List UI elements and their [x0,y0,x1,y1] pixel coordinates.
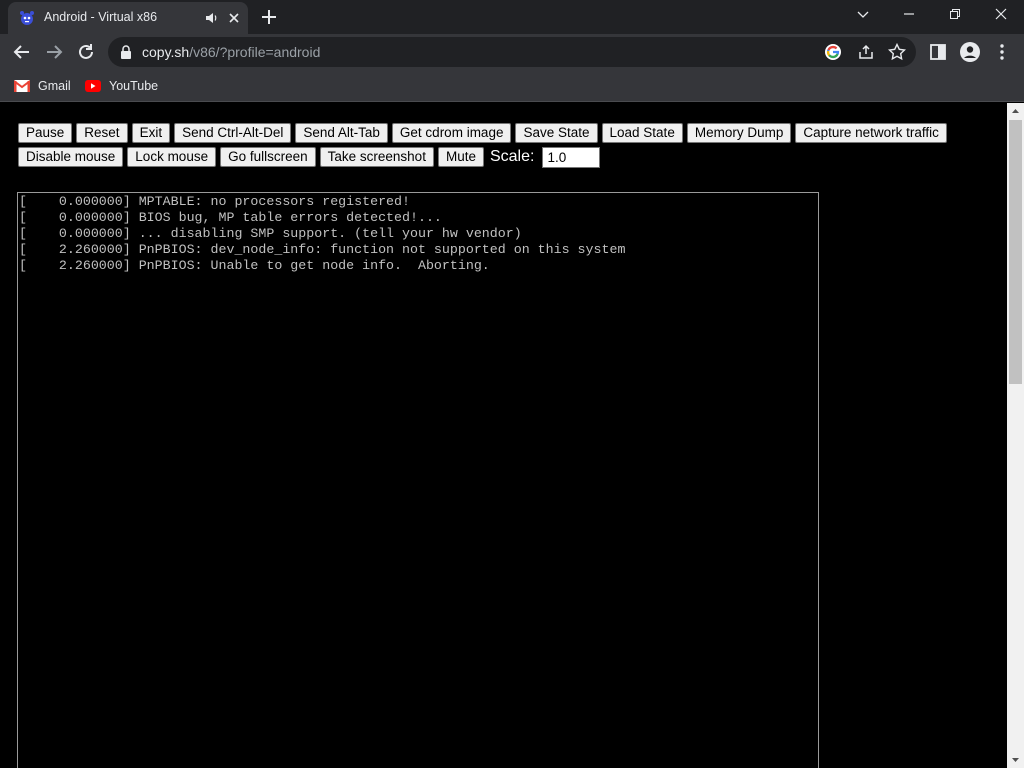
v86-creature-icon [20,11,34,25]
kebab-menu-icon[interactable] [992,42,1012,62]
capture-network-traffic-button[interactable]: Capture network traffic [795,123,947,143]
emulator-screen[interactable]: [ 0.000000] MPTABLE: no processors regis… [17,192,819,768]
page-content: Pause Reset Exit Send Ctrl-Alt-Del Send … [0,103,1007,768]
save-state-button[interactable]: Save State [515,123,598,143]
lock-icon[interactable] [120,45,132,59]
terminal-line: [ 0.000000] MPTABLE: no processors regis… [19,194,410,209]
youtube-icon [85,80,101,92]
speaker-icon[interactable] [205,11,219,25]
exit-button[interactable]: Exit [131,123,171,143]
profile-icon[interactable] [960,42,980,62]
forward-arrow-icon[interactable] [44,42,64,62]
reset-button[interactable]: Reset [76,123,128,143]
url-text: copy.sh/v86/?profile=android [142,44,320,60]
bookmarks-bar: Gmail YouTube [0,70,1024,102]
tab-search-chevron-down-icon[interactable] [840,0,886,30]
pause-button[interactable]: Pause [18,123,73,143]
terminal-output: [ 0.000000] MPTABLE: no processors regis… [19,194,625,274]
side-panel-icon[interactable] [928,42,948,62]
take-screenshot-button[interactable]: Take screenshot [319,147,434,167]
controls-row-2: Disable mouse Lock mouse Go fullscreen T… [18,146,978,168]
tab-title: Android - Virtual x86 [44,10,158,24]
scale-input[interactable] [542,146,601,168]
scroll-down-arrow-icon[interactable] [1007,751,1024,768]
lock-mouse-button[interactable]: Lock mouse [127,147,217,167]
send-ctrl-alt-del-button[interactable]: Send Ctrl-Alt-Del [174,123,292,143]
disable-mouse-button[interactable]: Disable mouse [18,147,124,167]
scale-label: Scale: [489,148,535,165]
terminal-line: [ 0.000000] ... disabling SMP support. (… [19,226,522,241]
url-path: /v86/?profile=android [189,44,321,60]
send-alt-tab-button[interactable]: Send Alt-Tab [295,123,388,143]
bookmark-label: Gmail [38,79,71,93]
page-scrollbar[interactable] [1007,103,1024,768]
address-bar[interactable]: copy.sh/v86/?profile=android [108,37,916,67]
mute-button[interactable]: Mute [437,147,484,167]
get-cdrom-image-button[interactable]: Get cdrom image [391,123,512,143]
window-close-icon[interactable] [978,0,1024,30]
gmail-icon [14,80,30,92]
scroll-up-arrow-icon[interactable] [1007,103,1024,120]
load-state-button[interactable]: Load State [601,123,683,143]
terminal-line: [ 2.260000] PnPBIOS: Unable to get node … [19,258,490,273]
browser-tab[interactable]: Android - Virtual x86 [8,2,248,34]
minimize-icon[interactable] [886,0,932,30]
star-icon[interactable] [888,43,906,61]
share-icon[interactable] [857,43,875,61]
tab-close-icon[interactable] [227,11,241,25]
controls-row-1: Pause Reset Exit Send Ctrl-Alt-Del Send … [18,123,978,143]
bookmark-label: YouTube [109,79,159,93]
back-arrow-icon[interactable] [12,42,32,62]
terminal-line: [ 2.260000] PnPBIOS: dev_node_info: func… [19,242,626,257]
restore-icon[interactable] [932,0,978,30]
terminal-line: [ 0.000000] BIOS bug, MP table errors de… [19,210,442,225]
memory-dump-button[interactable]: Memory Dump [686,123,792,143]
emulator-controls: Pause Reset Exit Send Ctrl-Alt-Del Send … [18,123,978,171]
bookmark-youtube[interactable]: YouTube [85,76,158,96]
bookmark-gmail[interactable]: Gmail [14,76,71,96]
browser-toolbar: copy.sh/v86/?profile=android [0,34,1024,70]
go-fullscreen-button[interactable]: Go fullscreen [220,147,316,167]
reload-icon[interactable] [76,42,96,62]
scrollbar-thumb[interactable] [1009,120,1022,384]
new-tab-plus-icon[interactable] [260,8,278,26]
google-lens-icon[interactable] [824,43,842,61]
browser-titlebar: Android - Virtual x86 [0,0,1024,34]
url-host: copy.sh [142,44,190,60]
